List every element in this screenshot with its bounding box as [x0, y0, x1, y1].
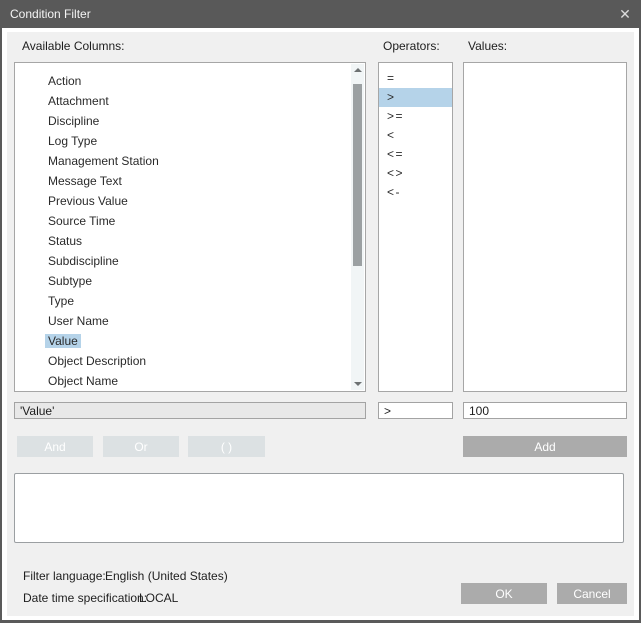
list-item[interactable]: User Name: [15, 311, 350, 331]
datetime-specification-value: LOCAL: [139, 591, 178, 605]
close-button[interactable]: ✕: [611, 0, 639, 28]
available-columns-label: Available Columns:: [22, 39, 125, 53]
operator-field[interactable]: [378, 402, 453, 419]
values-list[interactable]: [463, 62, 627, 392]
list-item[interactable]: >: [379, 88, 452, 107]
values-label: Values:: [468, 39, 507, 53]
list-item[interactable]: Status: [15, 231, 350, 251]
list-item[interactable]: Subdiscipline: [15, 251, 350, 271]
filter-language-row: Filter language: English (United States): [23, 569, 228, 583]
list-item[interactable]: Previous Value: [15, 191, 350, 211]
list-item[interactable]: Object Description: [15, 351, 350, 371]
scroll-up-icon: [354, 68, 362, 72]
or-button[interactable]: Or: [103, 436, 179, 457]
scrollbar-track[interactable]: [353, 76, 362, 378]
operators-items: =>>=<<=<><-: [379, 63, 452, 391]
close-icon: ✕: [619, 7, 631, 21]
datetime-specification-label: Date time specification:: [23, 591, 139, 605]
scroll-down-icon: [354, 382, 362, 386]
list-item[interactable]: Action: [15, 71, 350, 91]
list-item[interactable]: Log Type: [15, 131, 350, 151]
filter-language-value: English (United States): [105, 569, 228, 583]
filter-expression-area[interactable]: [14, 473, 624, 543]
parentheses-button[interactable]: ( ): [188, 436, 265, 457]
scrollbar-down-button[interactable]: [351, 378, 364, 390]
ok-button[interactable]: OK: [461, 583, 547, 604]
columns-scrollbar[interactable]: [351, 64, 364, 390]
available-columns-list[interactable]: ActionAttachmentDisciplineLog TypeManage…: [14, 62, 366, 392]
list-item[interactable]: >=: [379, 107, 452, 126]
list-item[interactable]: Type: [15, 291, 350, 311]
operators-label: Operators:: [383, 39, 440, 53]
condition-filter-dialog: Condition Filter ✕ Available Columns: Op…: [0, 0, 641, 623]
list-item[interactable]: <-: [379, 183, 452, 202]
column-expression-field[interactable]: [14, 402, 366, 419]
list-item[interactable]: Subtype: [15, 271, 350, 291]
list-item[interactable]: <: [379, 126, 452, 145]
operators-list[interactable]: =>>=<<=<><-: [378, 62, 453, 392]
scrollbar-thumb[interactable]: [353, 84, 362, 266]
list-item[interactable]: Message Text: [15, 171, 350, 191]
list-item[interactable]: <>: [379, 164, 452, 183]
available-columns-items: ActionAttachmentDisciplineLog TypeManage…: [15, 63, 350, 391]
list-item[interactable]: Object Name: [15, 371, 350, 391]
value-field[interactable]: [463, 402, 627, 419]
window-title: Condition Filter: [0, 7, 91, 21]
list-item[interactable]: =: [379, 69, 452, 88]
cancel-button[interactable]: Cancel: [557, 583, 627, 604]
title-bar[interactable]: Condition Filter ✕: [0, 0, 641, 28]
list-item[interactable]: Attachment: [15, 91, 350, 111]
list-item[interactable]: Value: [15, 331, 350, 351]
and-button[interactable]: And: [17, 436, 93, 457]
datetime-specification-row: Date time specification: LOCAL: [23, 591, 178, 605]
values-items: [464, 63, 626, 391]
list-item[interactable]: <=: [379, 145, 452, 164]
scrollbar-up-button[interactable]: [351, 64, 364, 76]
add-button[interactable]: Add: [463, 436, 627, 457]
list-item[interactable]: Discipline: [15, 111, 350, 131]
filter-language-label: Filter language:: [23, 569, 105, 583]
list-item[interactable]: Source Time: [15, 211, 350, 231]
list-item[interactable]: Management Station: [15, 151, 350, 171]
